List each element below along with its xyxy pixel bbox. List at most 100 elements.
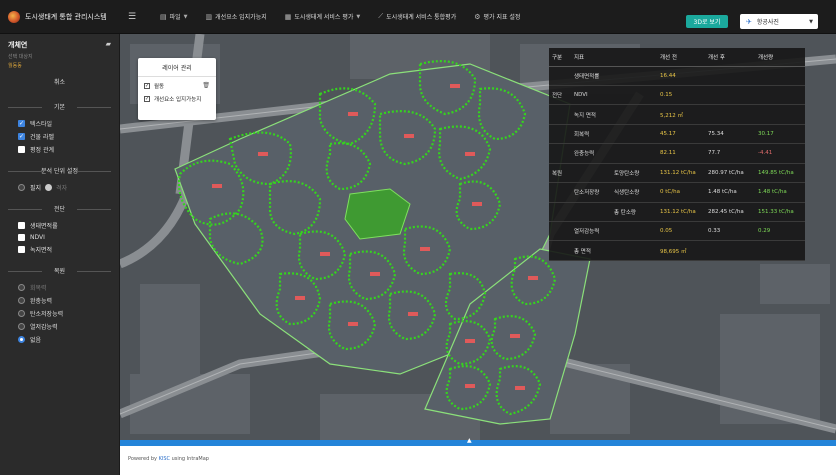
gear-icon: ⚙: [474, 12, 481, 21]
checkbox-checked[interactable]: ✓: [144, 83, 150, 89]
radio-button[interactable]: [18, 297, 25, 304]
layer-item[interactable]: ✓ 월동 🗑: [138, 77, 216, 90]
checkbox-checked[interactable]: ✓: [144, 96, 150, 102]
radio-label: 회복력: [30, 285, 47, 292]
table-cell: 생태면적률: [571, 66, 657, 86]
sidebar: 개체연 선택 대상지 월동동 ▰ 취소 기본 ✓ 텍스타일 ✓ 건물 라벨 평정 관…: [0, 34, 120, 475]
radio-button[interactable]: [18, 323, 25, 330]
radio-carbon[interactable]: 탄소저장능력: [0, 307, 119, 320]
checkbox-eco-area-ratio[interactable]: 생태면적률: [0, 219, 119, 232]
radio-heat[interactable]: 열저감능력: [0, 320, 119, 333]
radio-none[interactable]: 없음: [0, 333, 119, 346]
radio-button-selected[interactable]: [18, 336, 25, 343]
sidebar-title: 개체연: [8, 41, 28, 49]
brand[interactable]: 도시생태계 통합 관리시스템: [0, 10, 120, 23]
sidebar-highlight: 월동동: [8, 63, 22, 69]
cancel-button[interactable]: 취소: [8, 77, 111, 86]
menu-label: 평가 지표 설정: [483, 14, 521, 21]
table-cell: 탄소저장량: [571, 182, 611, 203]
layer-item[interactable]: ✓ 개선요소 입지가능지: [138, 90, 216, 103]
radio-resilience[interactable]: 회복력: [0, 281, 119, 294]
menu-label: 도시생태계 서비스 평가: [294, 14, 354, 21]
footer-brand-link[interactable]: KISC: [159, 456, 170, 462]
menu-indicator-settings[interactable]: ⚙ 평가 지표 설정: [474, 12, 521, 22]
radio-parcel[interactable]: [18, 184, 25, 191]
chevron-up-icon[interactable]: ▲: [467, 437, 472, 444]
table-cell: 회복력: [571, 124, 657, 145]
map-icon: ▥: [205, 12, 213, 21]
table-row: 탄소저장량 식생탄소량 0 tC/ha 1.48 tC/ha 1.48 tC/h…: [549, 182, 805, 203]
checkbox-green-area[interactable]: 녹지면적: [0, 243, 119, 256]
checkbox-unchecked[interactable]: [18, 222, 25, 229]
menu-label: 파일: [169, 14, 181, 21]
top-bar: 도시생태계 통합 관리시스템 ☰ ▤ 파일 ▼ ▥ 개선요소 입지가능지 ▦ 도…: [0, 0, 836, 34]
table-cell: [549, 104, 571, 125]
table-cell: [755, 104, 805, 125]
checkbox-checked[interactable]: ✓: [18, 120, 25, 127]
basemap-select[interactable]: ✈ 항공사진 ▼: [740, 14, 818, 29]
radio-button[interactable]: [18, 310, 25, 317]
table-cell: [549, 240, 571, 261]
toggle-switch[interactable]: [45, 184, 53, 191]
menu-label: 도시생태계 서비스 통합평가: [386, 14, 457, 21]
checkbox-unchecked[interactable]: [18, 246, 25, 253]
table-cell: 0.05: [657, 221, 705, 242]
radio-button[interactable]: [18, 284, 25, 291]
hamburger-icon[interactable]: ☰: [128, 12, 142, 22]
menu-integrated-evaluation[interactable]: ⟋ 도시생태계 서비스 통합평가: [378, 12, 456, 21]
checkbox-relation[interactable]: 평정 관계: [0, 143, 119, 156]
header-cell: 개선량: [755, 48, 805, 67]
checkbox-checked[interactable]: ✓: [18, 133, 25, 140]
table-cell: [549, 202, 571, 223]
chart-icon: ▦: [284, 12, 292, 21]
table-cell: [755, 85, 805, 106]
table-cell: NDVI: [571, 85, 657, 106]
checkbox-label: 생태면적률: [30, 223, 58, 230]
table-row: 복원 토양탄소량 131.12 tC/ha 280.97 tC/ha 149.8…: [549, 163, 805, 184]
checkbox-unchecked[interactable]: [18, 234, 25, 241]
radio-label: 없음: [30, 337, 42, 344]
folder-icon[interactable]: ▰: [106, 40, 111, 48]
checkbox-textile[interactable]: ✓ 텍스타일: [0, 117, 119, 130]
layer-label: 개선요소 입지가능지: [154, 97, 202, 103]
menu-file[interactable]: ▤ 파일 ▼: [160, 12, 188, 22]
evaluation-table-grid: 구분 지표 개선 전 개선 후 개선량 생태면적률 16.44 전단 NDVI …: [549, 48, 805, 261]
table-row: 완충능력 82.11 77.7 -4.41: [549, 143, 805, 164]
checkbox-building-label[interactable]: ✓ 건물 라벨: [0, 130, 119, 143]
checkbox-ndvi[interactable]: NDVI: [0, 232, 119, 243]
checkbox-unchecked[interactable]: [18, 146, 25, 153]
unit-toggle[interactable]: 필지 격자: [0, 181, 119, 194]
table-cell: [705, 66, 755, 86]
table-cell: [549, 124, 571, 145]
checkbox-label: 텍스타일: [30, 121, 53, 128]
footer-text: using IntraMap: [170, 456, 209, 462]
trash-icon[interactable]: 🗑: [202, 82, 210, 89]
checkbox-label: 평정 관계: [30, 147, 54, 154]
header-cell: 지표: [571, 48, 657, 67]
radio-label: 완충능력: [30, 298, 53, 305]
menu-label: 개선요소 입지가능지: [215, 14, 267, 21]
park-area: [344, 188, 411, 240]
table-cell: -4.41: [755, 143, 805, 164]
table-row: 전단 NDVI 0.15: [549, 85, 805, 106]
table-cell: [549, 143, 571, 164]
menu-improvement-sites[interactable]: ▥ 개선요소 입지가능지: [205, 12, 267, 22]
view-3d-button[interactable]: 3D로 보기: [686, 15, 728, 28]
menu-ecosystem-evaluation[interactable]: ▦ 도시생태계 서비스 평가 ▼: [284, 12, 361, 22]
sidebar-subtitle: 선택 대상지: [8, 54, 33, 60]
table-cell: 151.33 tC/ha: [755, 202, 805, 223]
table-cell: 131.12 tC/ha: [657, 163, 705, 184]
table-cell: 280.97 tC/ha: [705, 163, 755, 184]
app-title: 도시생태계 통합 관리시스템: [25, 12, 107, 21]
table-cell: [705, 104, 755, 125]
section-basic: 기본: [8, 102, 111, 111]
unit-left-label: 필지: [30, 185, 42, 192]
table-row: 총 면적 98,695 ㎡: [549, 240, 805, 261]
radio-buffer[interactable]: 완충능력: [0, 294, 119, 307]
table-cell: [571, 163, 611, 184]
radio-label: 탄소저장능력: [30, 311, 64, 318]
table-cell: 총 면적: [571, 240, 657, 261]
group-cell: 복원: [549, 163, 571, 184]
table-header: 구분 지표 개선 전 개선 후 개선량: [549, 48, 805, 67]
table-cell: 149.85 tC/ha: [755, 163, 805, 184]
